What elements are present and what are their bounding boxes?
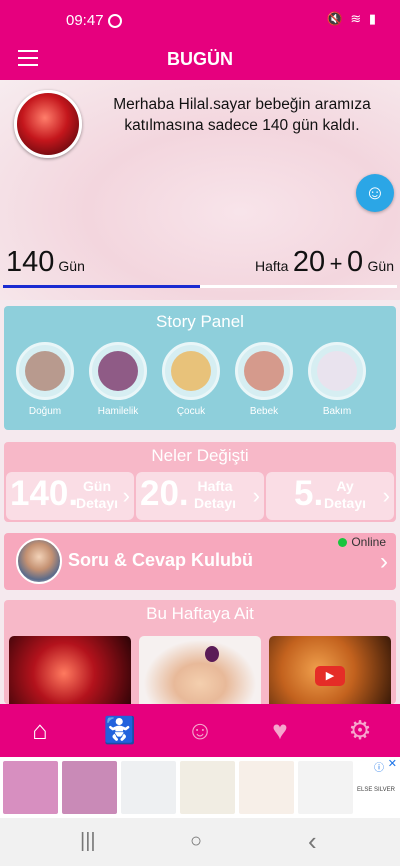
- online-status: Online: [338, 535, 386, 549]
- detail-number: 20.: [140, 474, 189, 513]
- week-number: 20: [292, 246, 326, 278]
- heartbeat-icon[interactable]: ♥: [240, 704, 320, 757]
- nutrition-article-thumbnail[interactable]: [139, 636, 261, 704]
- pregnancy-progress-bar: [3, 285, 397, 288]
- week-label: Hafta: [254, 258, 289, 274]
- detail-label: Ay Detayı: [324, 478, 367, 511]
- detail-label: Hafta Detayı: [194, 478, 237, 511]
- story-thumbnail: [89, 342, 147, 400]
- story-item[interactable]: Bebek: [229, 342, 299, 417]
- story-panel: Story Panel Doğum Hamilelik Çocuk Bebek Bakı…: [4, 306, 396, 430]
- welcome-message: Merhaba Hilal.sayar bebeğin aramıza katı…: [113, 96, 371, 134]
- baby-icon: ☺: [364, 182, 386, 204]
- story-item[interactable]: Bakım: [302, 342, 372, 417]
- detail-number: 5.: [294, 474, 324, 513]
- story-label: Hamilelik: [97, 406, 139, 417]
- home-icon[interactable]: ⌂: [0, 704, 80, 757]
- story-item[interactable]: Doğum: [10, 342, 80, 417]
- status-bar: 09:47 🔇 ≋ ▮: [0, 0, 400, 38]
- story-label: Çocuk: [176, 406, 206, 417]
- story-label: Doğum: [28, 406, 62, 417]
- day-unit: Gün: [367, 258, 394, 274]
- story-label: Bebek: [249, 406, 279, 417]
- week-detail-button[interactable]: 20. Hafta Detayı ›: [136, 472, 264, 520]
- back-button[interactable]: ‹: [308, 826, 317, 857]
- page-title: BUGÜN: [167, 49, 233, 69]
- hero-panel: Merhaba Hilal.sayar bebeğin aramıza katı…: [0, 80, 400, 300]
- baby-profile-button[interactable]: ☺: [356, 174, 394, 212]
- month-detail-button[interactable]: 5. Ay Detayı ›: [266, 472, 394, 520]
- days-left-unit: Gün: [58, 258, 85, 274]
- ad-product-image[interactable]: [3, 761, 58, 814]
- mother-stroller-icon[interactable]: 🚼: [80, 704, 160, 757]
- settings-icon[interactable]: ⚙: [320, 704, 400, 757]
- story-item[interactable]: Çocuk: [156, 342, 226, 417]
- ad-product-image[interactable]: [239, 761, 294, 814]
- chevron-right-icon: ›: [380, 548, 388, 575]
- ad-product-image[interactable]: [121, 761, 176, 814]
- this-week-title: Bu Haftaya Ait: [146, 604, 254, 623]
- club-avatar: [16, 538, 62, 584]
- club-title: Soru & Cevap Kulubü: [68, 550, 254, 570]
- chevron-right-icon: ›: [122, 483, 130, 508]
- days-left: 140 Gün: [6, 246, 85, 279]
- ad-product-image[interactable]: [298, 761, 353, 814]
- chevron-right-icon: ›: [382, 483, 390, 508]
- ad-banner[interactable]: ELSE SILVER ⓘ ✕: [0, 757, 400, 818]
- day-number: 0: [346, 246, 364, 278]
- days-left-number: 140: [6, 246, 55, 278]
- qa-club-banner[interactable]: Soru & Cevap Kulubü Online ›: [4, 533, 396, 590]
- ad-info-icon[interactable]: ⓘ: [374, 759, 384, 774]
- story-thumbnail: [162, 342, 220, 400]
- pregnancy-week: Hafta 20 + 0 Gün: [255, 246, 394, 279]
- detail-label: Gün Detayı: [76, 478, 119, 511]
- baby-icon[interactable]: ☺: [160, 704, 240, 757]
- grape-image: [205, 646, 219, 662]
- status-time: 09:47: [66, 12, 104, 29]
- detail-number: 140.: [10, 474, 79, 513]
- story-label: Bakım: [322, 406, 352, 417]
- fetus-article-thumbnail[interactable]: [9, 636, 131, 704]
- app-bar: BUGÜN: [0, 38, 400, 80]
- story-thumbnail: [235, 342, 293, 400]
- alarm-clock-icon: [108, 14, 122, 28]
- status-icons: 🔇 ≋ ▮: [326, 11, 378, 26]
- home-button[interactable]: ○: [190, 830, 202, 853]
- plus-sign: +: [329, 251, 343, 276]
- fetus-avatar[interactable]: [14, 90, 82, 158]
- this-week-panel: Bu Haftaya Ait ▶: [4, 600, 396, 704]
- story-thumbnail: [308, 342, 366, 400]
- story-list: Doğum Hamilelik Çocuk Bebek Bakım: [10, 342, 375, 417]
- story-panel-title: Story Panel: [156, 312, 244, 331]
- ad-product-image[interactable]: [62, 761, 117, 814]
- changes-panel: Neler Değişti 140. Gün Detayı › 20. Hafta…: [4, 442, 396, 522]
- ultrasound-video-thumbnail[interactable]: ▶: [269, 636, 391, 704]
- play-icon[interactable]: ▶: [315, 666, 345, 686]
- chevron-right-icon: ›: [252, 483, 260, 508]
- progress-fill: [3, 285, 200, 288]
- story-item[interactable]: Hamilelik: [83, 342, 153, 417]
- changes-title: Neler Değişti: [151, 446, 249, 465]
- online-dot-icon: [338, 538, 348, 548]
- story-thumbnail: [16, 342, 74, 400]
- recents-button[interactable]: |||: [80, 830, 96, 853]
- bottom-navigation: ⌂ 🚼 ☺ ♥ ⚙: [0, 704, 400, 757]
- ad-product-image[interactable]: [180, 761, 235, 814]
- system-navigation-bar: ||| ○ ‹: [0, 818, 400, 866]
- day-detail-button[interactable]: 140. Gün Detayı ›: [6, 472, 134, 520]
- ad-close-icon[interactable]: ✕: [388, 757, 397, 770]
